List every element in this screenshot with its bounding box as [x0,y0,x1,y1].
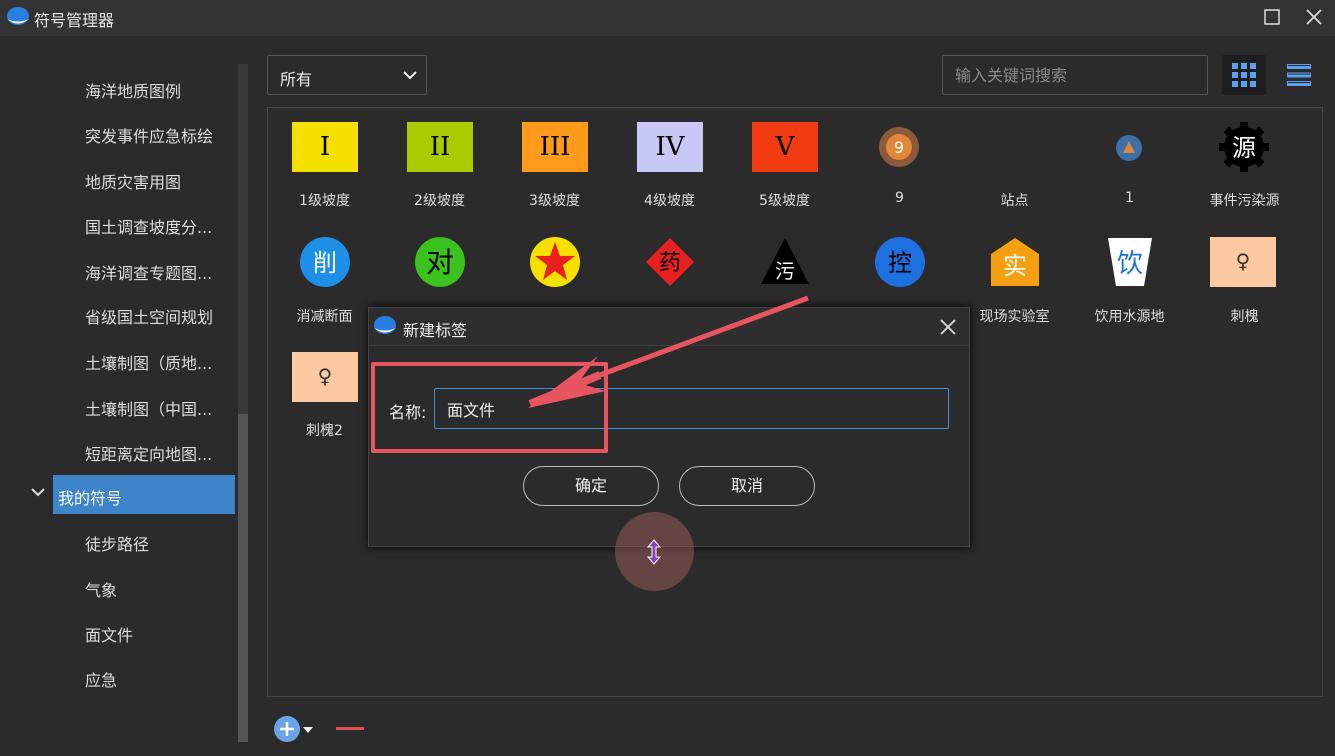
window-title: 符号管理器 [34,11,115,30]
symbol-glyph: V [775,132,795,162]
sidebar-child-area-file[interactable]: 面文件 [85,622,133,646]
symbol-label: 事件污染源 [1209,193,1280,209]
symbol-glyph: 饮 [1117,249,1143,279]
app-logo-icon [374,316,396,334]
grid-view-icon [1232,63,1256,87]
number-9-icon: 9 [879,127,919,167]
app-logo-icon [7,7,29,25]
symbol-glyph: IV [655,132,685,162]
ok-button[interactable]: 确定 [523,466,659,506]
sidebar-item-marine-geology[interactable]: 海洋地质图例 [85,78,181,102]
symbol-label: 现场实验室 [979,309,1050,325]
reduction-section-icon: 削 [300,237,350,287]
sidebar-item-geohazard[interactable]: 地质灾害用图 [85,169,181,193]
cursor-highlight [615,512,694,591]
symbol-glyph: I [319,132,331,162]
search-input[interactable] [942,55,1208,95]
symbol-glyph: 削 [313,249,337,277]
sidebar-item-orienteering[interactable]: 短距离定向地图... [85,441,212,465]
list-view-icon [1287,64,1311,86]
slope-level-3-icon: III [522,122,588,172]
chevron-down-icon[interactable] [28,482,48,502]
dialog-close-icon[interactable] [935,314,961,340]
sidebar-child-weather[interactable]: 气象 [85,577,117,601]
symbol-label: 3级坡度 [529,193,580,209]
control-point-icon: 控 [875,237,925,287]
symbol-glyph: ♀ [317,364,333,388]
symbol-label: 5级坡度 [759,193,810,209]
symbol-label: 2级坡度 [414,193,465,209]
slope-level-1-icon: I [292,122,358,172]
symbol-glyph: II [429,132,451,162]
add-button[interactable] [274,716,300,742]
symbol-label: 刺槐 [1230,309,1259,325]
symbol-label: 饮用水源地 [1094,309,1165,325]
sidebar-item-provincial-planning[interactable]: 省级国土空间规划 [85,304,213,328]
caret-down-icon[interactable] [302,726,314,734]
symbol-glyph: 控 [888,249,912,277]
check-point-icon: 对 [415,237,465,287]
maximize-icon[interactable] [1258,4,1286,30]
locust-tree-icon: ♀ [292,352,358,402]
sidebar-item-emergency-plot[interactable]: 突发事件应急标绘 [85,123,213,147]
pollution-source-icon: 源 [1219,122,1269,172]
symbol-label: 4级坡度 [644,193,695,209]
close-icon[interactable] [1300,4,1328,30]
symbol-glyph: ♀ [1235,249,1251,273]
symbol-glyph: 污 [775,259,795,283]
filter-dropdown[interactable]: 所有 [267,55,427,95]
sidebar-child-emergency[interactable]: 应急 [85,667,117,691]
symbol-glyph: 9 [894,138,904,157]
slope-level-4-icon: IV [637,122,703,172]
resize-vertical-cursor-icon [647,539,661,565]
symbol-label: 刺槐2 [306,423,343,439]
slope-level-5-icon: V [752,122,818,172]
symbol-label: 站点 [1000,193,1029,209]
symbol-label: 1级坡度 [299,193,350,209]
sidebar-item-marine-survey[interactable]: 海洋调查专题图... [85,260,212,284]
field-lab-icon: 实 [991,238,1039,286]
grid-view-button[interactable] [1222,55,1266,95]
filter-dropdown-value: 所有 [280,70,313,89]
cancel-button[interactable]: 取消 [679,466,815,506]
dialog-titlebar: 新建标签 [369,308,969,346]
symbol-glyph: III [539,132,571,162]
triangle-marker-icon [1116,135,1142,161]
slope-level-2-icon: II [407,122,473,172]
sidebar-scrollbar-thumb[interactable] [238,414,248,742]
symbol-glyph: 对 [426,246,454,279]
sidebar-item-land-slope[interactable]: 国土调查坡度分... [85,214,212,238]
symbol-label: 1 [1125,190,1134,206]
dialog-title: 新建标签 [403,321,468,340]
locust-tree-icon: ♀ [1210,237,1276,287]
annotation-highlight-box [371,362,608,453]
medicine-icon: 药 [645,237,695,287]
symbol-glyph: 源 [1232,134,1256,162]
sidebar-child-hiking[interactable]: 徒步路径 [85,531,149,555]
list-view-button[interactable] [1278,55,1322,95]
chevron-down-icon [403,71,417,80]
sidebar-item-soil-china[interactable]: 土壤制图（中国... [85,396,212,420]
red-star-icon [530,237,580,287]
remove-button[interactable] [336,727,364,730]
plus-icon [280,722,294,736]
sidebar-item-label: 我的符号 [58,489,123,508]
drinking-water-icon: 饮 [1108,238,1152,286]
symbol-glyph: 实 [1003,252,1027,280]
pollution-warning-icon: 污 [761,238,809,284]
sidebar-item-soil-texture[interactable]: 土壤制图（质地... [85,350,212,374]
symbol-label: 消减断面 [296,309,353,325]
symbol-label: 9 [895,190,904,206]
symbol-glyph: 药 [659,251,681,276]
window-titlebar: 符号管理器 [0,0,1335,36]
